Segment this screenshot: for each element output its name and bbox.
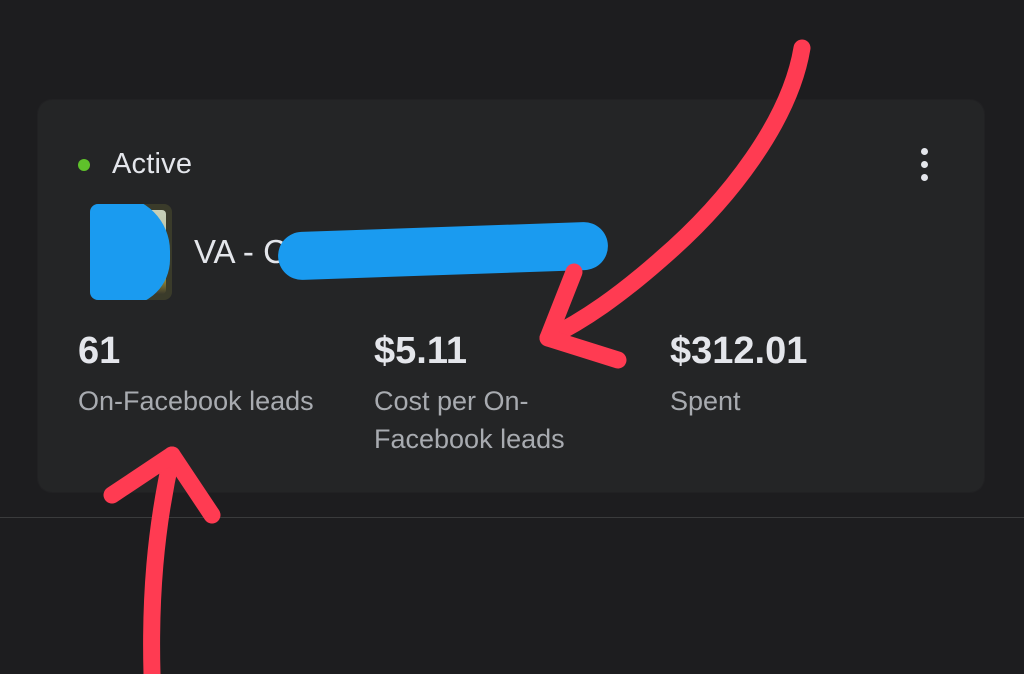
more-options-button[interactable] xyxy=(912,144,936,184)
metric-label: On-Facebook leads xyxy=(78,386,314,416)
metric-leads: 61 On-Facebook leads xyxy=(78,328,374,458)
redaction-scribble xyxy=(277,221,609,281)
ad-row[interactable]: VA - C xyxy=(90,204,609,300)
status-indicator: Active xyxy=(78,148,192,181)
redaction-scribble xyxy=(90,204,170,300)
campaign-name: VA - C xyxy=(194,221,609,281)
metrics-row: 61 On-Facebook leads $5.11 Cost per On-F… xyxy=(78,328,966,458)
metric-label: Spent xyxy=(670,386,741,416)
metric-cost-per-lead: $5.11 Cost per On-Facebook leads xyxy=(374,328,670,458)
screen: Active VA - C 61 On-Facebook leads $5.11… xyxy=(0,0,1024,674)
more-vertical-icon xyxy=(920,147,928,155)
status-dot-icon xyxy=(78,158,90,171)
campaign-card[interactable]: Active VA - C 61 On-Facebook leads $5.11… xyxy=(38,100,984,492)
metric-spent: $312.01 Spent xyxy=(670,328,966,458)
divider xyxy=(0,517,1024,518)
ad-thumbnail xyxy=(90,204,172,300)
metric-value: 61 xyxy=(78,330,121,372)
metric-label: Cost per On-Facebook leads xyxy=(374,386,565,454)
status-label: Active xyxy=(112,148,193,180)
metric-value: $5.11 xyxy=(374,330,467,372)
metric-value: $312.01 xyxy=(670,330,808,372)
